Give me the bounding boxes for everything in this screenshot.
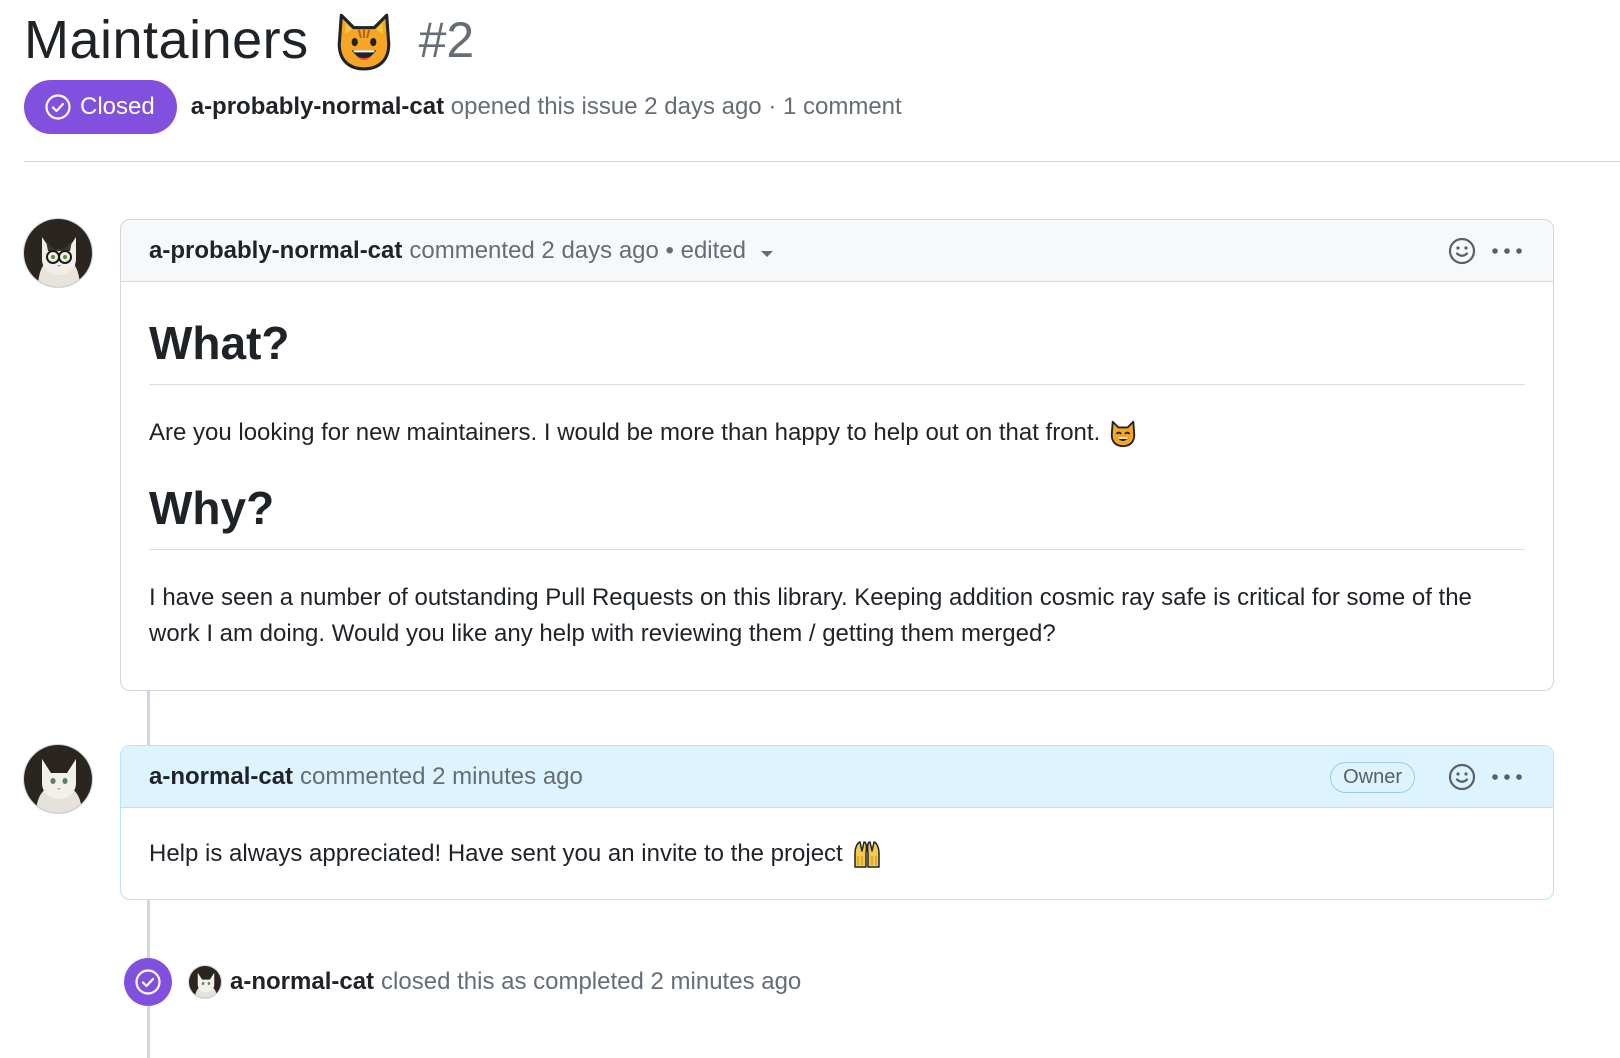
closed-state-badge: Closed xyxy=(24,80,177,134)
avatar[interactable] xyxy=(23,744,93,814)
kebab-horizontal-icon xyxy=(1492,774,1522,780)
issue-meta-row: Closed a-probably-normal-cat opened this… xyxy=(24,80,902,134)
closed-event-badge xyxy=(124,958,172,1006)
comment-card: a-normal-cat commented 2 minutes ago Own… xyxy=(120,745,1554,900)
issue-title-row: Maintainers #2 xyxy=(24,4,474,76)
add-reaction-button[interactable] xyxy=(1447,762,1477,792)
event-text: closed this as completed 2 minutes ago xyxy=(381,968,802,995)
comment-meta[interactable]: commented 2 minutes ago xyxy=(300,763,583,791)
comment-meta[interactable]: commented 2 days ago • edited xyxy=(409,237,746,265)
state-label: Closed xyxy=(80,93,155,120)
comment-body: Help is always appreciated! Have sent yo… xyxy=(121,836,1553,872)
comment-card: a-probably-normal-cat commented 2 days a… xyxy=(120,219,1554,691)
owner-badge: Owner xyxy=(1330,761,1415,793)
paragraph-text: Are you looking for new maintainers. I w… xyxy=(149,419,1101,446)
comment-author-link[interactable]: a-normal-cat xyxy=(149,763,293,791)
issue-number: #2 xyxy=(418,12,475,68)
smiley-icon xyxy=(1448,763,1476,791)
comment-author-link[interactable]: a-probably-normal-cat xyxy=(149,237,402,265)
avatar[interactable] xyxy=(23,218,93,288)
markdown-paragraph: Help is always appreciated! Have sent yo… xyxy=(149,836,1525,872)
issue-title: Maintainers xyxy=(24,10,309,70)
smiley-icon xyxy=(1448,237,1476,265)
comment-actions xyxy=(1435,220,1523,282)
comment-header: a-probably-normal-cat commented 2 days a… xyxy=(121,220,1553,282)
kebab-horizontal-icon xyxy=(1492,248,1522,254)
grinning-cat-emoji-icon xyxy=(337,13,390,71)
add-reaction-button[interactable] xyxy=(1447,236,1477,266)
markdown-paragraph: I have seen a number of outstanding Pull… xyxy=(149,584,1472,647)
comment-header: a-normal-cat commented 2 minutes ago Own… xyxy=(121,746,1553,808)
issue-opened-text: opened this issue 2 days ago · 1 comment xyxy=(450,93,902,120)
issue-author-link[interactable]: a-probably-normal-cat xyxy=(191,93,444,120)
check-circle-icon xyxy=(135,969,161,995)
close-event: a-normal-cat closed this as completed 2 … xyxy=(124,958,801,1006)
smiling-cat-emoji-icon xyxy=(1111,420,1136,448)
cat-with-glasses-avatar-icon xyxy=(24,219,92,287)
more-options-button[interactable] xyxy=(1491,246,1523,256)
markdown-heading: What? xyxy=(149,316,1525,385)
more-options-button[interactable] xyxy=(1491,772,1523,782)
check-circle-icon xyxy=(45,94,71,120)
white-cat-avatar-icon xyxy=(24,745,92,813)
event-actor-link[interactable]: a-normal-cat xyxy=(230,968,374,996)
raising-hands-emoji-icon xyxy=(853,841,880,868)
chevron-down-icon[interactable] xyxy=(760,249,774,259)
comment-actions: Owner xyxy=(1330,746,1523,808)
markdown-paragraph: Are you looking for new maintainers. I w… xyxy=(149,415,1525,451)
white-cat-avatar-icon xyxy=(189,966,221,998)
header-divider xyxy=(24,161,1620,162)
markdown-heading: Why? xyxy=(149,481,1525,550)
comment-body: What? Are you looking for new maintainer… xyxy=(121,316,1553,652)
issue-meta-text: a-probably-normal-cat opened this issue … xyxy=(191,93,902,121)
avatar[interactable] xyxy=(188,965,222,999)
paragraph-text: Help is always appreciated! Have sent yo… xyxy=(149,840,843,867)
